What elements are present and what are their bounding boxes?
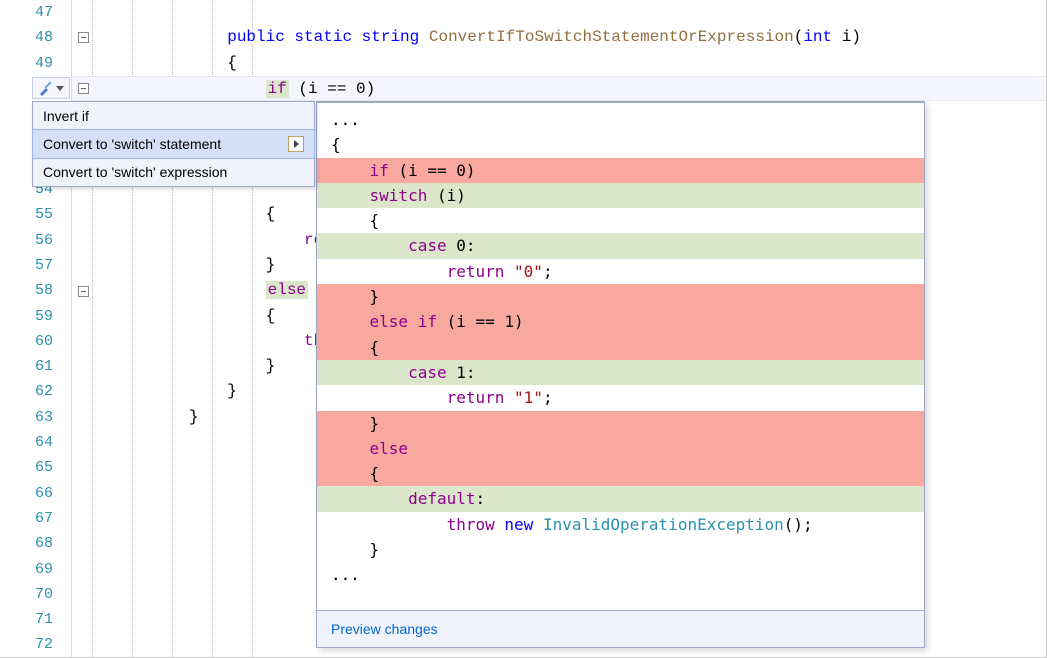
line-number: 57 <box>0 253 71 278</box>
line-number: 47 <box>0 0 71 25</box>
diff-line: { <box>317 461 924 486</box>
line-number: 58 <box>0 278 71 303</box>
line-number: 66 <box>0 481 71 506</box>
line-number: 64 <box>0 430 71 455</box>
line-number: 63 <box>0 405 71 430</box>
code-editor[interactable]: 4748495051525354555657585960616263646566… <box>0 0 1046 657</box>
quick-actions-menu: Invert if Convert to 'switch' statement Co… <box>32 101 315 187</box>
code-line[interactable]: public static string ConvertIfToSwitchSt… <box>72 25 1046 50</box>
line-number: 65 <box>0 455 71 480</box>
code-line[interactable]: { <box>72 51 1046 76</box>
code-line[interactable] <box>72 0 1046 25</box>
fold-marker[interactable] <box>78 83 89 94</box>
diff-line: ... <box>317 562 924 587</box>
menu-item[interactable]: Invert if <box>33 102 314 130</box>
diff-line: } <box>317 284 924 309</box>
diff-line: else <box>317 436 924 461</box>
diff-line: case 0: <box>317 233 924 258</box>
line-number: 69 <box>0 557 71 582</box>
menu-item-label: Convert to 'switch' expression <box>43 164 227 180</box>
line-number: 61 <box>0 354 71 379</box>
quick-action-button[interactable] <box>32 77 70 99</box>
diff-line: else if (i == 1) <box>317 309 924 334</box>
diff-line: return "0"; <box>317 259 924 284</box>
menu-item-label: Convert to 'switch' statement <box>43 136 221 152</box>
preview-diff-body: ...{ if (i == 0) switch (i) { case 0: re… <box>317 103 924 610</box>
menu-item[interactable]: Convert to 'switch' expression <box>33 158 314 186</box>
fold-marker[interactable] <box>78 286 89 297</box>
line-number: 62 <box>0 379 71 404</box>
preview-changes-link[interactable]: Preview changes <box>317 610 924 647</box>
diff-line: case 1: <box>317 360 924 385</box>
line-number: 56 <box>0 228 71 253</box>
line-number: 68 <box>0 531 71 556</box>
diff-line: } <box>317 537 924 562</box>
diff-line: switch (i) <box>317 183 924 208</box>
menu-item[interactable]: Convert to 'switch' statement <box>32 129 315 159</box>
menu-item-label: Invert if <box>43 108 89 124</box>
chevron-down-icon <box>56 86 64 91</box>
line-number: 49 <box>0 51 71 76</box>
diff-line: { <box>317 335 924 360</box>
preview-panel: ...{ if (i == 0) switch (i) { case 0: re… <box>316 101 925 648</box>
fold-marker[interactable] <box>78 32 89 43</box>
screwdriver-icon <box>38 80 54 96</box>
code-line[interactable]: if (i == 0) <box>72 76 1046 101</box>
diff-line: return "1"; <box>317 385 924 410</box>
diff-line: { <box>317 132 924 157</box>
diff-line: if (i == 0) <box>317 158 924 183</box>
line-number: 55 <box>0 202 71 227</box>
line-number: 48 <box>0 25 71 50</box>
line-number: 72 <box>0 632 71 657</box>
line-number: 60 <box>0 329 71 354</box>
diff-line: } <box>317 411 924 436</box>
diff-line: default: <box>317 486 924 511</box>
submenu-arrow-icon <box>288 136 304 152</box>
line-number: 67 <box>0 506 71 531</box>
diff-line: { <box>317 208 924 233</box>
diff-line: ... <box>317 107 924 132</box>
line-number: 59 <box>0 304 71 329</box>
line-number: 71 <box>0 607 71 632</box>
line-number: 70 <box>0 582 71 607</box>
diff-line: throw new InvalidOperationException(); <box>317 512 924 537</box>
